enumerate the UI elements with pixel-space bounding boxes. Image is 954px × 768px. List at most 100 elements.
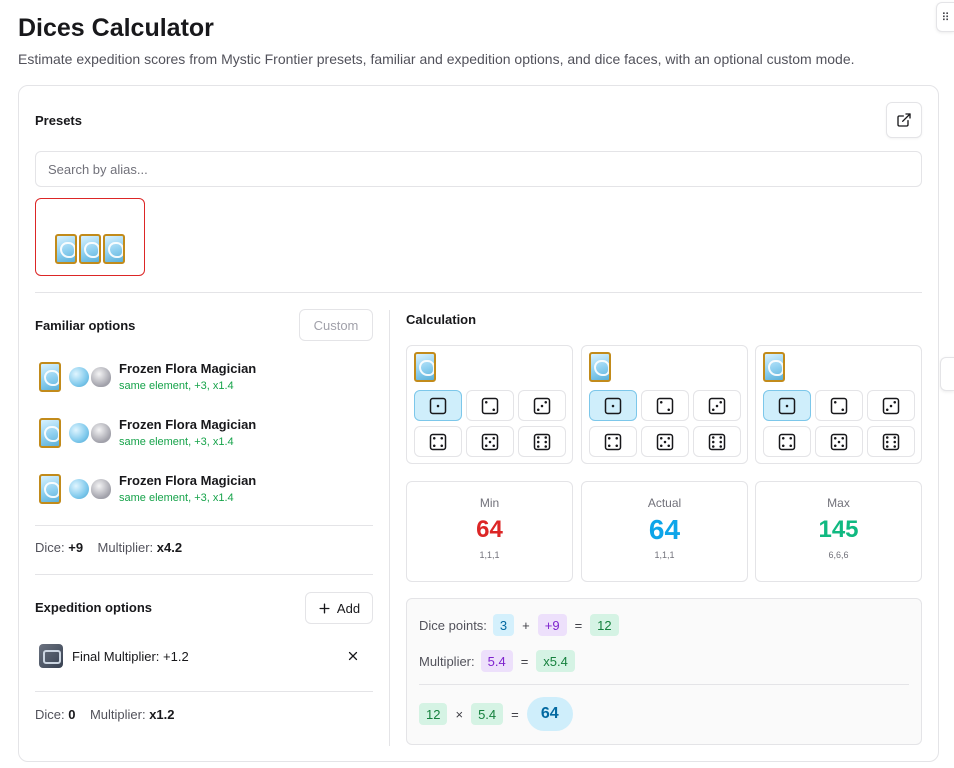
multiplier-total: x5.4 [536,650,575,672]
familiar-divider [35,574,373,575]
die-face-button[interactable] [867,426,915,457]
familiar-name: Frozen Flora Magician [119,417,257,432]
die-face-button[interactable] [641,390,689,421]
die-face-button[interactable] [641,426,689,457]
die-face-6-icon [882,433,900,450]
familiar-desc: same element, +3, x1.4 [119,380,234,392]
die-face-button[interactable] [466,390,514,421]
dice-points-bonus: +9 [537,614,567,636]
dice-set-panel [755,345,922,464]
skull-icon [91,367,111,387]
die-face-button[interactable] [693,390,741,421]
die-face-1-icon [604,397,622,414]
dice-points-row: Dice points: 3 + +9 = 12 [419,614,619,636]
expedition-item-icon [39,644,63,668]
dice-points-total: 12 [590,614,619,636]
die-face-button[interactable] [815,390,863,421]
open-external-button[interactable] [886,102,922,138]
preset-item[interactable] [35,198,145,276]
ice-element-icon [69,367,89,387]
die-face-button[interactable] [763,390,811,421]
skull-icon [91,423,111,443]
die-face-2-icon [481,397,499,414]
close-icon [348,651,358,661]
multiplier-label: Multiplier: [89,707,146,722]
expedition-options-heading: Expedition options [35,600,152,615]
section-divider [35,292,922,293]
actual-result-box: Actual 64 1,1,1 [581,481,748,582]
calculator-card: Presets Familiar options Custom Frozen F… [18,85,939,762]
actual-faces: 1,1,1 [654,550,675,560]
expedition-divider [35,691,373,692]
presets-heading: Presets [35,113,82,128]
die-face-button[interactable] [589,390,637,421]
ice-element-icon [69,423,89,443]
breakdown-divider [419,684,909,685]
frozen-flora-card-icon [55,234,77,264]
frozen-flora-card-icon [39,474,61,504]
die-face-3-icon [708,397,726,414]
die-face-button[interactable] [867,390,915,421]
familiar-summary: Dice: +9 Multiplier: x4.2 [35,540,182,555]
actual-label: Actual [647,496,682,510]
expedition-summary: Dice: 0 Multiplier: x1.2 [35,707,175,722]
min-value: 64 [476,516,503,543]
dice-label: Dice: [35,540,65,555]
final-operand-a: 12 [419,703,448,725]
plus-icon [319,602,330,614]
die-face-button[interactable] [466,426,514,457]
familiar-item[interactable]: Frozen Flora Magician same element, +3, … [39,357,256,397]
dice-set-panel [406,345,573,464]
die-face-button[interactable] [414,390,462,421]
remove-expedition-button[interactable] [345,648,361,664]
familiar-divider [35,525,373,526]
custom-button[interactable]: Custom [299,309,373,341]
min-label: Min [479,496,500,510]
familiar-name: Frozen Flora Magician [119,361,257,376]
min-result-box: Min 64 1,1,1 [406,481,573,582]
die-face-button[interactable] [518,426,566,457]
sidebar-toggle-button[interactable]: ⠿ [936,2,954,32]
die-face-button[interactable] [693,426,741,457]
die-face-3-icon [533,397,551,414]
die-face-6-icon [533,433,551,450]
familiar-item[interactable]: Frozen Flora Magician same element, +3, … [39,413,256,453]
multiplier-value: x4.2 [156,540,183,555]
skull-icon [91,479,111,499]
familiar-item[interactable]: Frozen Flora Magician same element, +3, … [39,469,256,509]
die-face-4-icon [604,433,622,450]
column-divider [389,310,390,746]
die-face-6-icon [708,433,726,450]
multiplier-value: x1.2 [149,707,175,722]
min-faces: 1,1,1 [479,550,500,560]
die-face-button[interactable] [815,426,863,457]
frozen-flora-card-icon [414,352,436,382]
dice-label: Dice: [35,707,65,722]
equals-sign: = [520,653,529,669]
dice-set-panel [581,345,748,464]
die-face-button[interactable] [414,426,462,457]
familiar-name: Frozen Flora Magician [119,473,257,488]
die-face-button[interactable] [518,390,566,421]
multiplier-label: Multiplier: [97,540,154,555]
frozen-flora-card-icon [763,352,785,382]
max-value: 145 [818,516,859,543]
frozen-flora-card-icon [79,234,101,264]
final-row: 12 × 5.4 = 64 [419,697,573,731]
panel-handle[interactable] [940,357,954,391]
die-face-4-icon [429,433,447,450]
frozen-flora-card-icon [39,362,61,392]
dice-points-label: Dice points: [419,617,487,633]
equals-sign: = [511,706,519,722]
multiplier-value: 5.4 [480,650,513,672]
final-result: 64 [526,697,573,731]
die-face-2-icon [656,397,674,414]
add-expedition-button[interactable]: Add [305,592,373,624]
max-result-box: Max 145 6,6,6 [755,481,922,582]
die-face-button[interactable] [763,426,811,457]
preset-search-input[interactable] [35,151,922,187]
actual-value: 64 [648,514,681,545]
die-face-4-icon [778,433,796,450]
expedition-item: Final Multiplier: +1.2 [39,644,189,668]
die-face-button[interactable] [589,426,637,457]
